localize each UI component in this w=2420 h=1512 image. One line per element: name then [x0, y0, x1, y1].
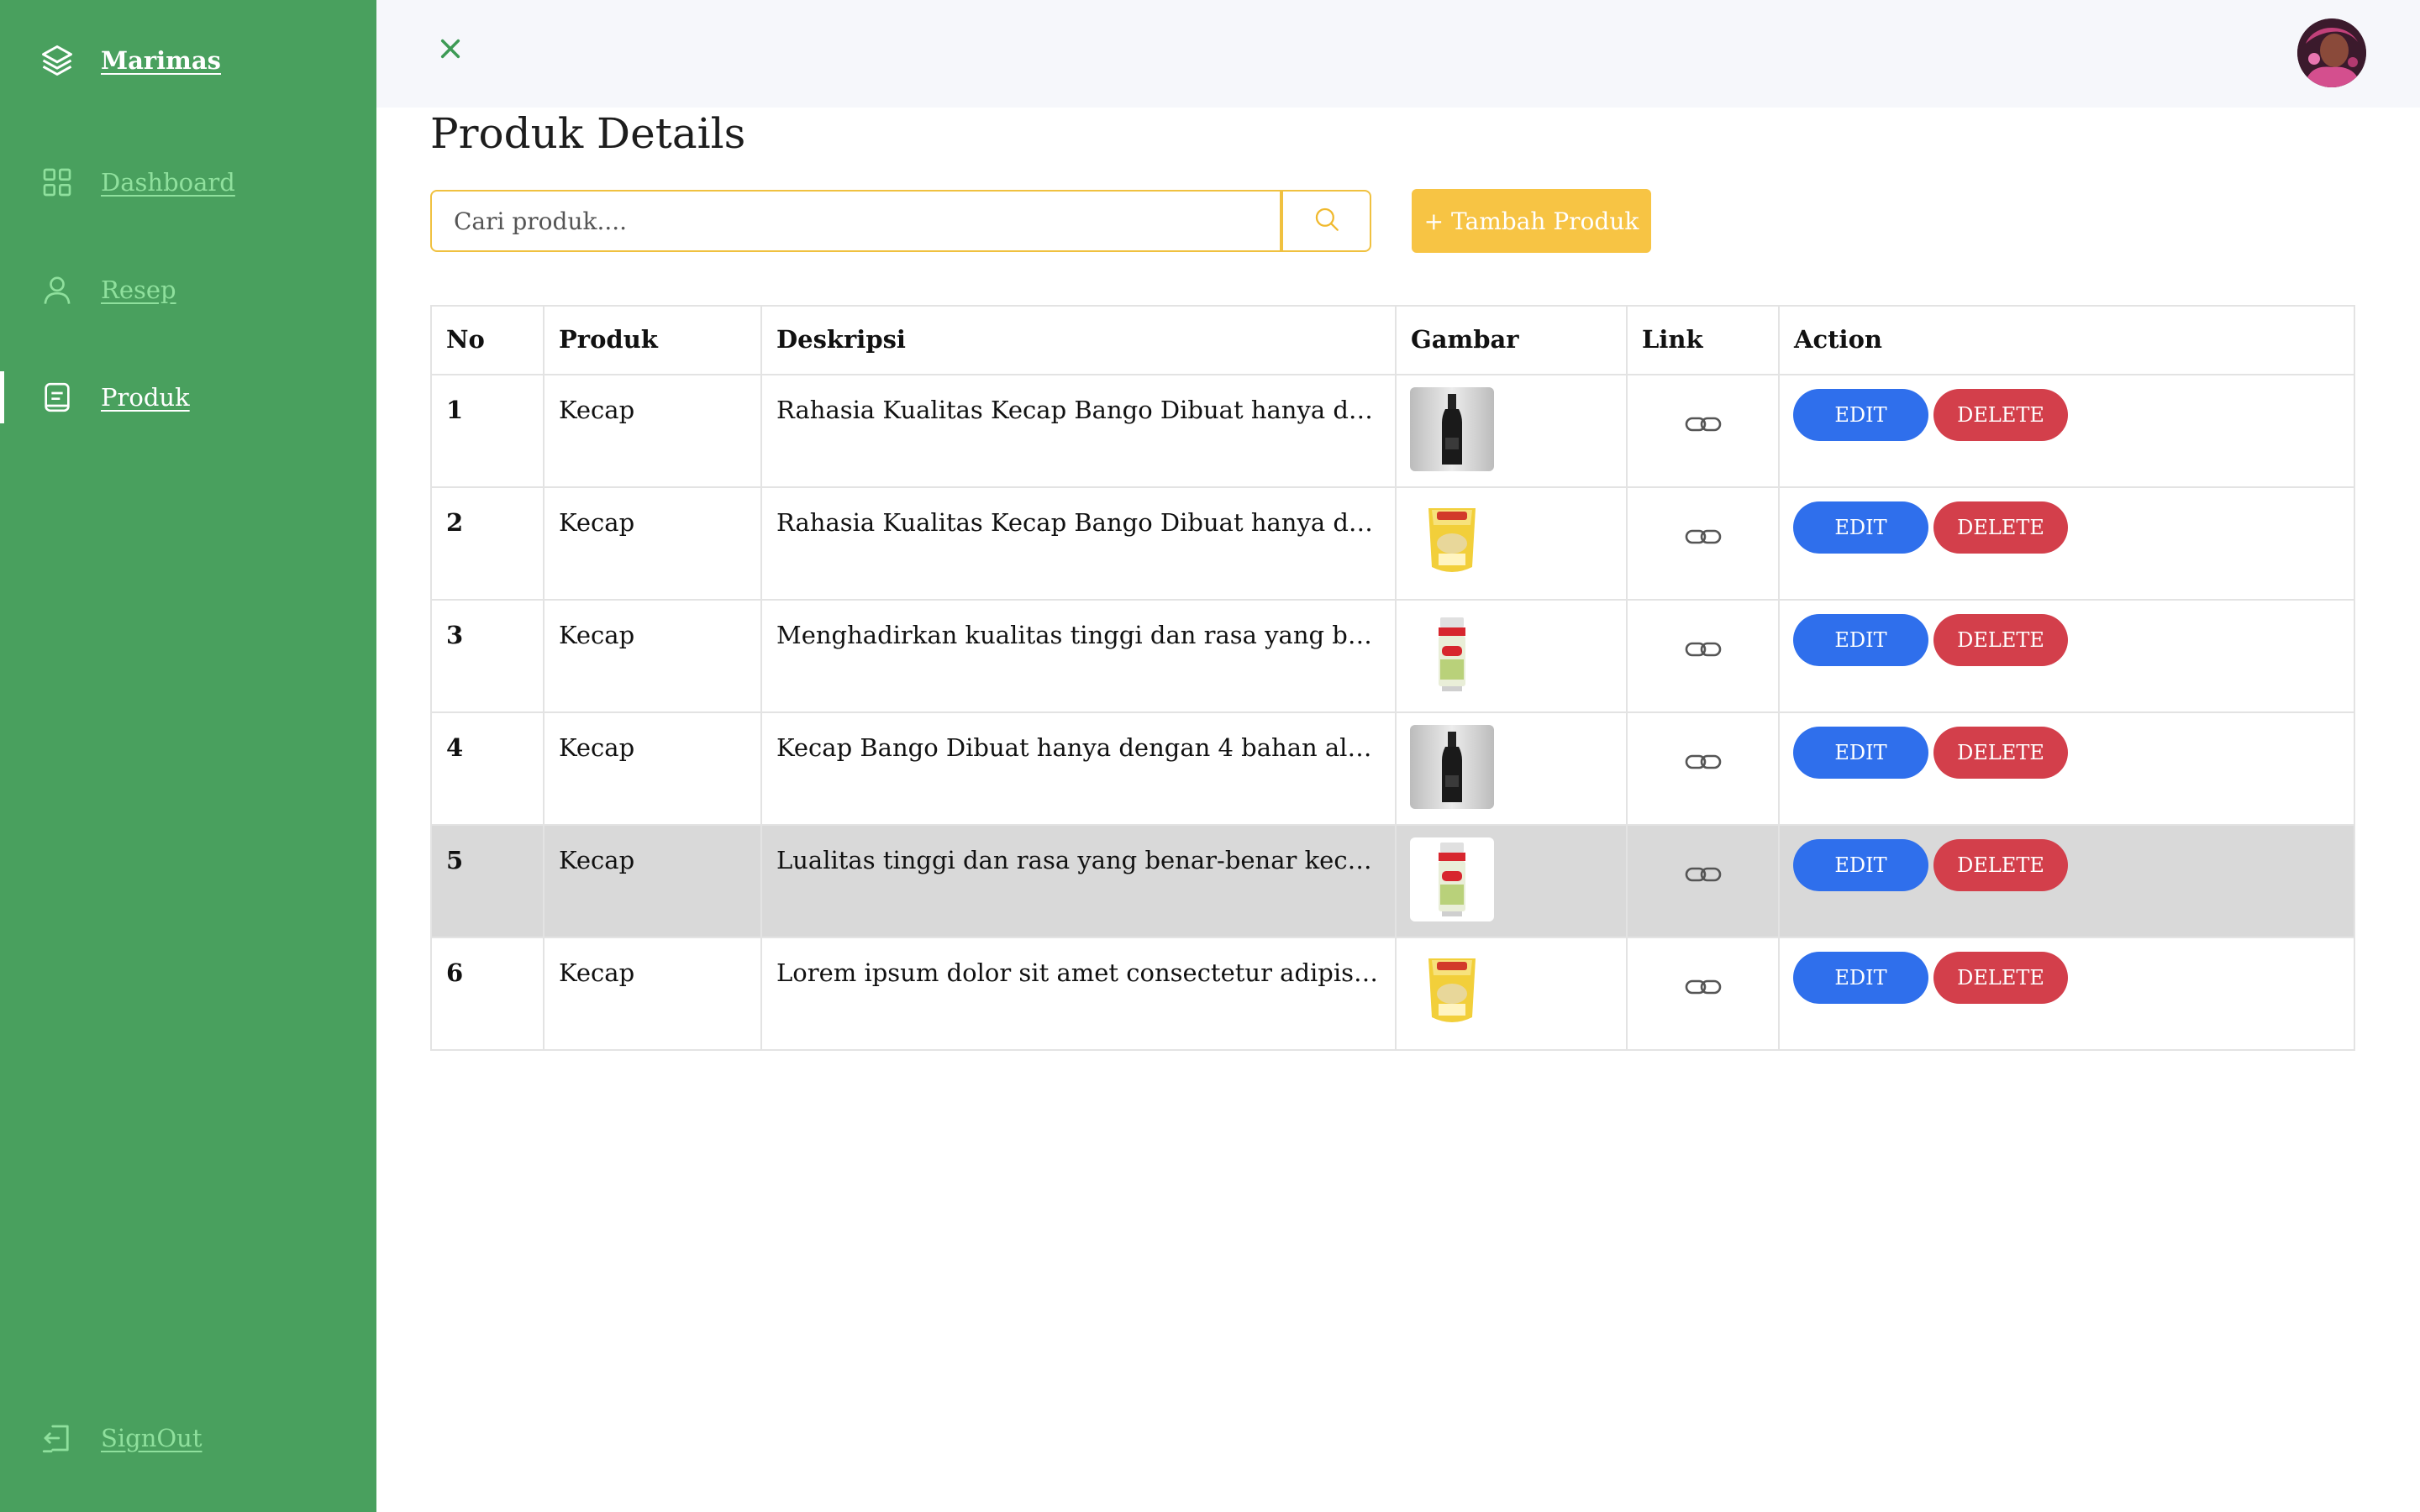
product-description: Menghadirkan kualitas tinggi dan rasa ya… [760, 599, 1397, 713]
sidebar-item-label: Produk [101, 383, 190, 412]
product-name: Kecap [543, 599, 762, 713]
table-row: 2 Kecap Rahasia Kualitas Kecap Bango Dib… [430, 486, 2355, 601]
active-indicator [0, 371, 4, 423]
signout-button[interactable]: SignOut [0, 1409, 376, 1467]
product-description: Lorem ipsum dolor sit amet consectetur a… [760, 937, 1397, 1051]
link-cell [1626, 937, 1780, 1051]
delete-button[interactable]: DELETE [1933, 952, 2068, 1004]
product-image-cell [1395, 486, 1628, 601]
edit-button[interactable]: EDIT [1793, 389, 1928, 441]
table-row: 5 Kecap Lualitas tinggi dan rasa yang be… [430, 824, 2355, 938]
product-image-cell [1395, 599, 1628, 713]
action-cell: EDIT DELETE [1778, 486, 2355, 601]
column-header-link: Link [1626, 305, 1780, 375]
column-header-gambar: Gambar [1395, 305, 1628, 375]
add-product-button[interactable]: + Tambah Produk [1412, 189, 1651, 253]
grid-icon [37, 162, 77, 202]
user-avatar[interactable] [2297, 18, 2366, 87]
row-number: 1 [430, 374, 544, 488]
link-cell [1626, 486, 1780, 601]
product-name: Kecap [543, 937, 762, 1051]
column-header-no: No [430, 305, 544, 375]
table-row: 6 Kecap Lorem ipsum dolor sit amet conse… [430, 937, 2355, 1051]
product-image-bottle[interactable] [1410, 387, 1494, 471]
product-image-jar[interactable] [1410, 837, 1494, 921]
sidebar-item-label: Dashboard [101, 168, 235, 197]
edit-button[interactable]: EDIT [1793, 501, 1928, 554]
link-icon[interactable] [1684, 525, 1723, 554]
row-number: 5 [430, 824, 544, 938]
link-cell [1626, 824, 1780, 938]
product-name: Kecap [543, 486, 762, 601]
product-image-pouch[interactable] [1410, 950, 1494, 1034]
product-description: Kecap Bango Dibuat hanya dengan 4 bahan … [760, 711, 1397, 826]
signout-icon [37, 1418, 77, 1458]
product-image-cell [1395, 937, 1628, 1051]
delete-button[interactable]: DELETE [1933, 389, 2068, 441]
document-icon [37, 377, 77, 417]
action-cell: EDIT DELETE [1778, 599, 2355, 713]
product-image-pouch[interactable] [1410, 500, 1494, 584]
sidebar-item-dashboard[interactable]: Dashboard [0, 153, 376, 212]
edit-button[interactable]: EDIT [1793, 839, 1928, 891]
product-name: Kecap [543, 374, 762, 488]
action-cell: EDIT DELETE [1778, 824, 2355, 938]
sidebar-item-resep[interactable]: Resep [0, 260, 376, 319]
delete-button[interactable]: DELETE [1933, 614, 2068, 666]
link-cell [1626, 374, 1780, 488]
link-icon[interactable] [1684, 750, 1723, 779]
action-cell: EDIT DELETE [1778, 937, 2355, 1051]
search-icon [1313, 205, 1341, 237]
product-image-jar[interactable] [1410, 612, 1494, 696]
edit-button[interactable]: EDIT [1793, 614, 1928, 666]
link-icon[interactable] [1684, 975, 1723, 1004]
row-number: 6 [430, 937, 544, 1051]
sidebar: Marimas Dashboard Resep Produk SignOut [0, 0, 376, 1512]
close-icon[interactable] [432, 30, 469, 67]
product-image-cell [1395, 374, 1628, 488]
link-icon[interactable] [1684, 412, 1723, 441]
product-description: Rahasia Kualitas Kecap Bango Dibuat hany… [760, 486, 1397, 601]
row-number: 3 [430, 599, 544, 713]
product-image-cell [1395, 711, 1628, 826]
link-icon[interactable] [1684, 638, 1723, 666]
table-row: 4 Kecap Kecap Bango Dibuat hanya dengan … [430, 711, 2355, 826]
action-cell: EDIT DELETE [1778, 374, 2355, 488]
product-name: Kecap [543, 711, 762, 826]
delete-button[interactable]: DELETE [1933, 839, 2068, 891]
column-header-produk: Produk [543, 305, 762, 375]
table-row: 1 Kecap Rahasia Kualitas Kecap Bango Dib… [430, 374, 2355, 488]
search-button[interactable] [1281, 190, 1371, 252]
link-icon[interactable] [1684, 863, 1723, 891]
sidebar-brand[interactable]: Marimas [0, 31, 376, 90]
column-header-action: Action [1778, 305, 2355, 375]
product-image-cell [1395, 824, 1628, 938]
row-number: 4 [430, 711, 544, 826]
edit-button[interactable]: EDIT [1793, 727, 1928, 779]
delete-button[interactable]: DELETE [1933, 501, 2068, 554]
sidebar-item-produk[interactable]: Produk [0, 368, 376, 427]
signout-label: SignOut [101, 1424, 203, 1452]
sidebar-item-label: Resep [101, 276, 176, 304]
link-cell [1626, 711, 1780, 826]
page-title: Produk Details [430, 109, 746, 158]
action-cell: EDIT DELETE [1778, 711, 2355, 826]
link-cell [1626, 599, 1780, 713]
user-icon [37, 270, 77, 310]
layers-icon [37, 40, 77, 81]
column-header-deskripsi: Deskripsi [760, 305, 1397, 375]
product-image-bottle[interactable] [1410, 725, 1494, 809]
products-table: No Produk Deskripsi Gambar Link Action 1… [430, 305, 2355, 1051]
topbar [376, 0, 2420, 108]
product-description: Rahasia Kualitas Kecap Bango Dibuat hany… [760, 374, 1397, 488]
edit-button[interactable]: EDIT [1793, 952, 1928, 1004]
product-name: Kecap [543, 824, 762, 938]
product-description: Lualitas tinggi dan rasa yang benar-bena… [760, 824, 1397, 938]
search-input[interactable] [430, 190, 1281, 252]
table-header-row: No Produk Deskripsi Gambar Link Action [430, 305, 2355, 375]
table-row: 3 Kecap Menghadirkan kualitas tinggi dan… [430, 599, 2355, 713]
brand-label: Marimas [101, 46, 221, 75]
delete-button[interactable]: DELETE [1933, 727, 2068, 779]
row-number: 2 [430, 486, 544, 601]
